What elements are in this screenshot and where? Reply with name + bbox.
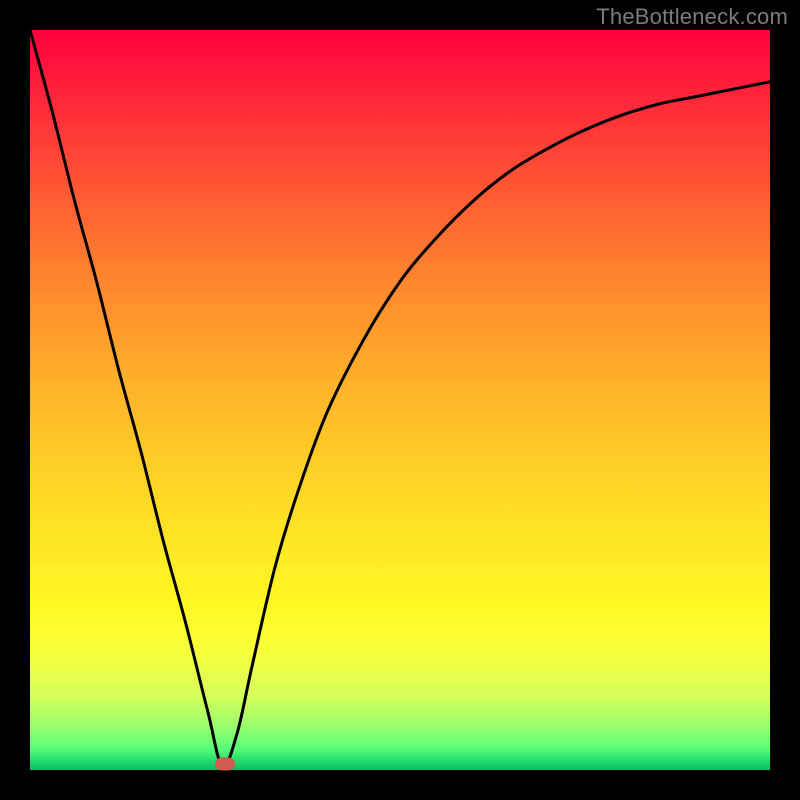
plot-area (30, 30, 770, 770)
minimum-marker (215, 758, 235, 771)
watermark-text: TheBottleneck.com (596, 4, 788, 30)
bottleneck-curve (30, 30, 770, 767)
chart-frame: TheBottleneck.com (0, 0, 800, 800)
curve-svg (30, 30, 770, 770)
